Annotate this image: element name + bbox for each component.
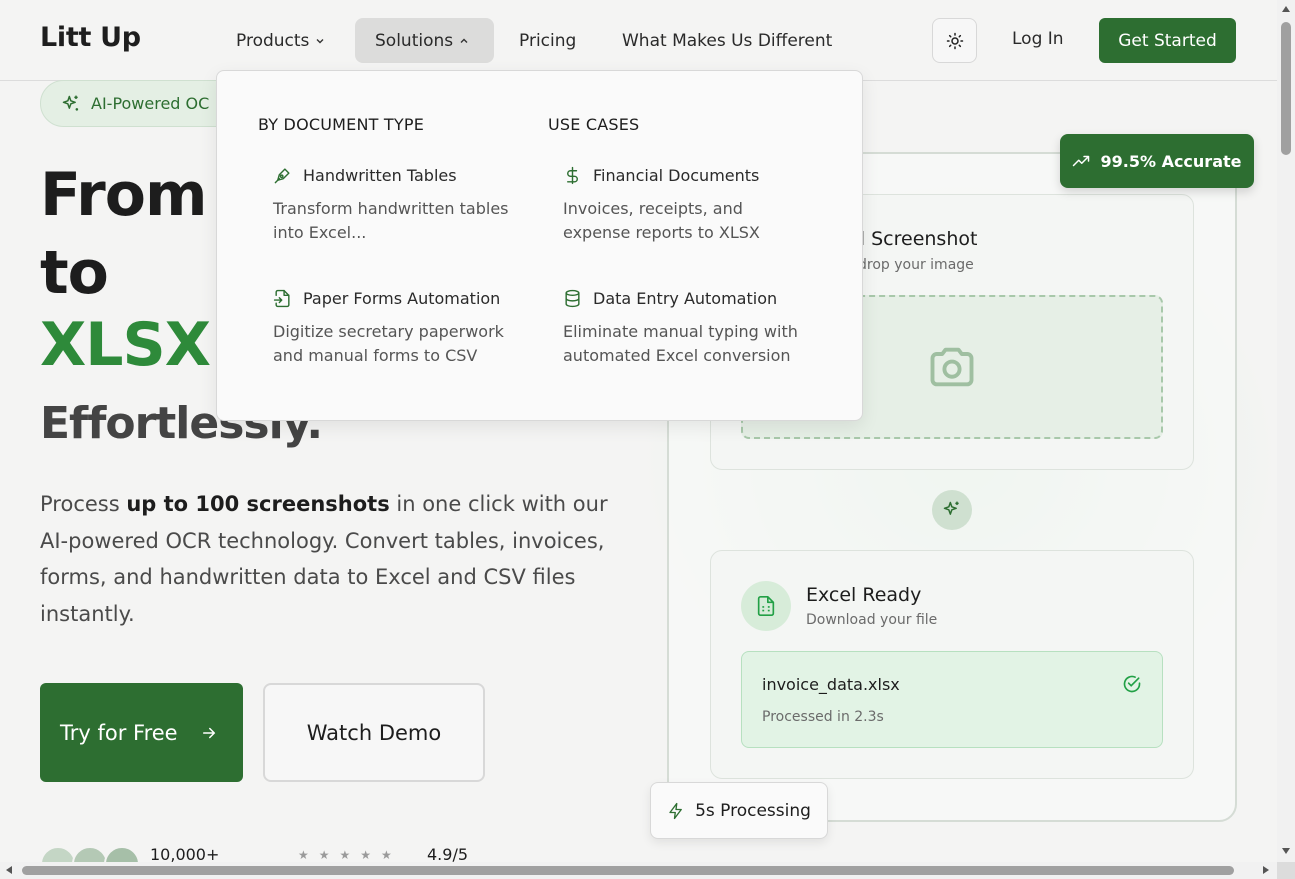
nav-pricing-label: Pricing	[519, 30, 577, 51]
trending-up-icon	[1073, 155, 1090, 167]
desc-pre: Process	[40, 492, 127, 516]
menu-item-title: Financial Documents	[593, 166, 760, 185]
scroll-left-arrow[interactable]	[6, 866, 12, 874]
avatar	[104, 846, 140, 862]
menu-item-description: Digitize secretary paperwork and manual …	[273, 322, 504, 365]
ai-badge-label: AI-Powered OC	[91, 94, 210, 113]
site-header: Litt Up Products Solutions Pricing What …	[0, 0, 1277, 81]
scrollbar-corner	[1277, 862, 1295, 879]
ai-process-indicator	[932, 490, 972, 530]
nav-products[interactable]: Products	[216, 18, 345, 63]
avatar	[40, 846, 76, 862]
menu-item-title: Paper Forms Automation	[303, 289, 501, 308]
menu-item-paper-forms[interactable]: Paper Forms Automation	[273, 289, 500, 308]
dropdown-heading-use-cases: USE CASES	[548, 115, 640, 134]
desc-bold: up to 100 screenshots	[126, 492, 390, 516]
file-input-icon	[273, 289, 290, 308]
menu-item-financial-documents[interactable]: Financial Documents	[563, 166, 759, 185]
menu-item-title: Handwritten Tables	[303, 166, 457, 185]
dropdown-heading-document-type: BY DOCUMENT TYPE	[258, 115, 425, 134]
horizontal-scroll-thumb[interactable]	[22, 866, 1234, 875]
menu-item-description: Invoices, receipts, and expense reports …	[563, 199, 760, 242]
processing-badge: 5s Processing	[650, 782, 828, 839]
hero-headline-line-2: to	[40, 238, 109, 308]
try-for-free-button[interactable]: Try for Free	[40, 683, 243, 782]
file-processed-time: Processed in 2.3s	[762, 709, 884, 725]
accuracy-badge: 99.5% Accurate	[1060, 134, 1254, 188]
rating-stars: ★★★★★	[298, 848, 402, 862]
nav-solutions[interactable]: Solutions	[355, 18, 494, 63]
nav-pricing[interactable]: Pricing	[499, 18, 596, 63]
page: Litt Up Products Solutions Pricing What …	[0, 0, 1277, 862]
nav-products-label: Products	[236, 30, 310, 51]
users-count: 10,000+	[150, 845, 220, 862]
chevron-down-icon	[316, 38, 324, 43]
lightning-icon	[669, 802, 682, 819]
pen-tool-icon	[274, 168, 290, 184]
sparkles-icon	[62, 95, 79, 111]
excel-ready-title: Excel Ready	[806, 584, 922, 606]
menu-item-description: Transform handwritten tables into Excel.…	[273, 199, 509, 242]
accuracy-label: 99.5% Accurate	[1100, 151, 1242, 171]
check-circle-icon	[1123, 675, 1141, 693]
nav-what-makes-us-different[interactable]: What Makes Us Different	[602, 18, 852, 63]
vertical-scroll-thumb[interactable]	[1281, 22, 1291, 155]
menu-item-description: Eliminate manual typing with automated E…	[563, 322, 798, 365]
sparkles-icon	[943, 501, 959, 515]
logo[interactable]: Litt Up	[40, 22, 141, 53]
hero-description: Process up to 100 screenshots in one cli…	[40, 486, 610, 632]
try-free-label: Try for Free	[60, 720, 178, 745]
vertical-scrollbar[interactable]	[1277, 0, 1295, 862]
file-name: invoice_data.xlsx	[762, 675, 900, 694]
scroll-up-arrow[interactable]	[1282, 6, 1290, 12]
camera-icon	[930, 347, 974, 387]
login-link[interactable]: Log In	[1012, 29, 1064, 49]
horizontal-scrollbar[interactable]	[0, 862, 1277, 879]
menu-item-data-entry-automation[interactable]: Data Entry Automation	[563, 289, 777, 308]
watch-demo-button[interactable]: Watch Demo	[263, 683, 485, 782]
processing-label: 5s Processing	[695, 800, 811, 821]
sun-icon	[946, 32, 963, 49]
chevron-up-icon	[460, 38, 468, 43]
excel-ready-subtitle: Download your file	[806, 612, 938, 628]
download-file-card[interactable]: invoice_data.xlsx Processed in 2.3s	[741, 651, 1163, 748]
excel-icon-wrap	[741, 581, 791, 631]
menu-item-title: Data Entry Automation	[593, 289, 778, 308]
avatar	[72, 846, 108, 862]
spreadsheet-file-icon	[757, 596, 775, 616]
dollar-icon	[567, 166, 578, 185]
rating-value: 4.9/5	[427, 845, 469, 862]
scroll-right-arrow[interactable]	[1263, 866, 1269, 874]
upload-subtitle: drop your image	[858, 257, 974, 273]
nav-different-label: What Makes Us Different	[622, 30, 833, 51]
theme-toggle-button[interactable]	[932, 18, 977, 63]
scroll-down-arrow[interactable]	[1282, 848, 1290, 854]
menu-item-handwritten-tables[interactable]: Handwritten Tables	[273, 166, 457, 185]
upload-title: d Screenshot	[853, 228, 978, 250]
get-started-button[interactable]: Get Started	[1099, 18, 1236, 63]
solutions-dropdown-menu: BY DOCUMENT TYPE USE CASES Handwritten T…	[216, 70, 863, 421]
database-icon	[565, 289, 580, 308]
arrow-right-icon	[202, 727, 215, 738]
nav-solutions-label: Solutions	[375, 30, 454, 51]
